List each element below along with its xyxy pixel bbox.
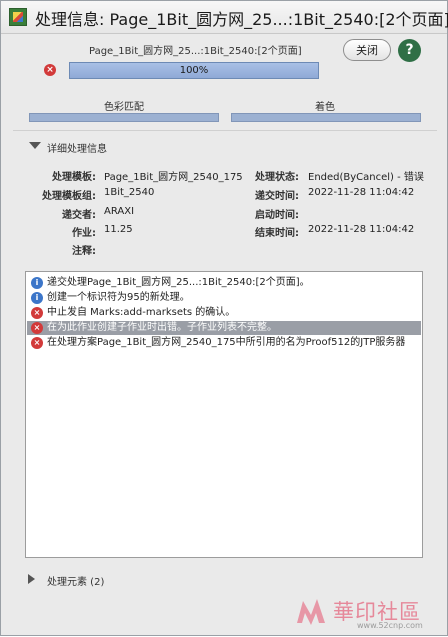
step-label-coloring: 着色 <box>315 102 335 113</box>
info-icon: i <box>31 277 43 289</box>
divider <box>13 130 437 131</box>
job-caption: Page_1Bit_圆方网_25...:1Bit_2540:[2个页面] <box>89 46 302 57</box>
log-row[interactable]: × 中止发自 Marks:add-marksets 的确认。 <box>27 306 421 320</box>
error-icon: × <box>31 322 43 334</box>
info-icon: i <box>31 292 43 304</box>
error-icon: × <box>31 337 43 349</box>
elements-section-title[interactable]: 处理元素 (2) <box>47 573 104 588</box>
message-log[interactable]: i 递交处理Page_1Bit_圆方网_25...:1Bit_2540:[2个页… <box>25 271 423 558</box>
detail-key-job: 作业: <box>72 228 96 239</box>
detail-key-start-time: 启动时间: <box>255 210 299 221</box>
error-status-icon: × <box>44 64 56 76</box>
log-row-selected[interactable]: × 在为此作业创建子作业时出错。子作业列表不完整。 <box>27 321 421 335</box>
watermark-url: www.52cnp.com <box>357 621 423 630</box>
overall-progress-bar: 100% <box>69 62 319 79</box>
overall-progress-label: 100% <box>179 65 209 76</box>
detail-key-end-time: 结束时间: <box>255 228 299 239</box>
window-title: 处理信息: Page_1Bit_圆方网_25...:1Bit_2540:[2个页… <box>35 10 448 29</box>
log-row[interactable]: i 递交处理Page_1Bit_圆方网_25...:1Bit_2540:[2个页… <box>27 276 421 290</box>
detail-key-submit-time: 递交时间: <box>255 191 299 202</box>
detail-value-submitter: ARAXI <box>104 206 135 217</box>
log-text: 在处理方案Page_1Bit_圆方网_2540_175中所引用的名为Proof5… <box>47 337 406 348</box>
detail-key-comment: 注释: <box>72 246 96 257</box>
error-icon: × <box>31 307 43 319</box>
log-text: 中止发自 Marks:add-marksets 的确认。 <box>47 307 236 318</box>
detail-key-status: 处理状态: <box>255 172 299 183</box>
details-section-title[interactable]: 详细处理信息 <box>47 140 107 155</box>
title-bar[interactable]: 处理信息: Page_1Bit_圆方网_25...:1Bit_2540:[2个页… <box>1 1 448 34</box>
log-row[interactable]: i 创建一个标识符为95的新处理。 <box>27 291 421 305</box>
help-button[interactable]: ? <box>398 39 421 62</box>
detail-value-template: Page_1Bit_圆方网_2540_175 <box>104 172 243 183</box>
detail-value-end-time: 2022-11-28 11:04:42 <box>308 224 415 235</box>
close-button[interactable]: 关闭 <box>343 39 391 61</box>
detail-value-template-group: 1Bit_2540 <box>104 187 155 198</box>
detail-key-template-group: 处理模板组: <box>42 191 96 202</box>
watermark: 華印社區 www.52cnp.com <box>293 593 443 633</box>
log-text: 在为此作业创建子作业时出错。子作业列表不完整。 <box>47 322 277 333</box>
expand-details-icon[interactable] <box>29 142 41 149</box>
detail-key-template: 处理模板: <box>52 172 96 183</box>
detail-value-submit-time: 2022-11-28 11:04:42 <box>308 187 415 198</box>
step-label-color-match: 色彩匹配 <box>104 102 144 113</box>
detail-value-status: Ended(ByCancel) - 错误 <box>308 172 424 183</box>
expand-elements-icon[interactable] <box>28 574 35 584</box>
app-icon <box>9 8 27 26</box>
step-progress-color-match <box>29 113 219 122</box>
log-text: 递交处理Page_1Bit_圆方网_25...:1Bit_2540:[2个页面]… <box>47 277 310 288</box>
log-row[interactable]: × 在处理方案Page_1Bit_圆方网_2540_175中所引用的名为Proo… <box>27 336 421 350</box>
log-text: 创建一个标识符为95的新处理。 <box>47 292 190 303</box>
detail-value-job: 11.25 <box>104 224 133 235</box>
detail-key-submitter: 递交者: <box>62 210 96 221</box>
process-info-window: 处理信息: Page_1Bit_圆方网_25...:1Bit_2540:[2个页… <box>0 0 448 636</box>
watermark-logo-icon <box>297 599 325 625</box>
step-progress-coloring <box>231 113 421 122</box>
